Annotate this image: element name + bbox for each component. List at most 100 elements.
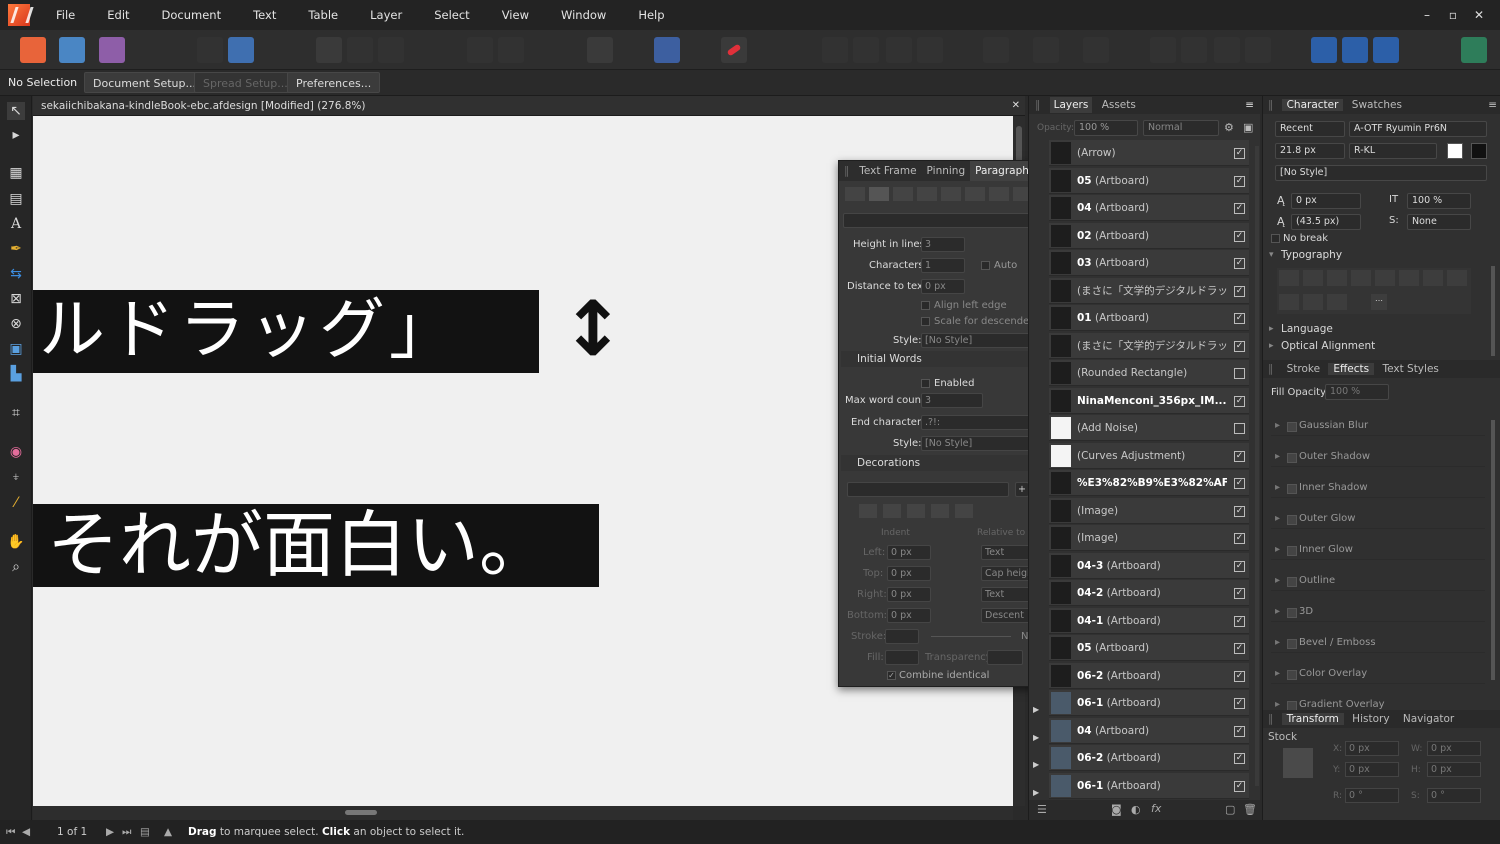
justify-left-icon[interactable] [917,187,937,201]
layer-row[interactable]: NinaMenconi_356px_IM... ✓ [1049,387,1249,414]
layer-visibility-checkbox[interactable]: ✓ [1234,753,1245,764]
layer-row[interactable]: 03 (Artboard) ✓ [1049,250,1249,276]
layer-visibility-checkbox[interactable]: ✓ [1234,560,1245,572]
distance-to-text-field[interactable]: 0 px [921,279,965,294]
layer-row[interactable]: (Rounded Rectangle) [1049,360,1249,386]
horizontal-scrollbar[interactable] [33,806,1013,820]
typography-chevron-icon[interactable]: ▾ [1269,250,1274,260]
effect-item[interactable]: Bevel / Emboss [1271,633,1485,653]
zoom-tool-icon[interactable]: ⌕ [7,558,25,576]
arrow-icon[interactable]: ↕ [561,284,625,374]
next-page-icon[interactable]: ▶ [106,820,114,844]
blend-mode-dropdown[interactable]: Normal [1143,120,1219,136]
shape-tool-icon[interactable]: ▙ [7,365,25,383]
move-to-front-icon[interactable] [917,37,943,63]
layer-row[interactable]: (まさに「文学的デジタルドラッグ」... ✓ [1049,277,1249,304]
typo-subscript-icon[interactable] [1327,270,1347,286]
menu-edit[interactable]: Edit [91,0,145,30]
tab-text-styles[interactable]: Text Styles [1377,363,1443,375]
text-wrap-icon[interactable] [587,37,613,63]
menu-table[interactable]: Table [292,0,354,30]
fill-opacity-dropdown[interactable]: 100 % [1325,384,1389,400]
layer-row[interactable]: ▶ 04 (Artboard) ✓ [1033,717,1249,744]
flip-horizontal-icon[interactable] [1150,37,1176,63]
tab-layers[interactable]: Layers [1049,97,1093,113]
close-document-icon[interactable]: ✕ [1012,96,1020,116]
menu-select[interactable]: Select [418,0,485,30]
layer-visibility-checkbox[interactable] [1234,423,1245,434]
artistic-text-tool-icon[interactable]: A [7,215,25,233]
layer-row[interactable]: (Curves Adjustment) ✓ [1049,442,1249,469]
picture-frame-tool-icon[interactable]: ⊠ [7,290,25,308]
stroke-width-slider[interactable] [931,636,1011,637]
max-word-count-field[interactable]: 3 [921,393,983,408]
decoration-box-icon[interactable] [955,504,973,518]
effect-item[interactable]: Color Overlay [1271,664,1485,684]
font-collection-dropdown[interactable]: Recent [1275,121,1345,137]
align-right-icon[interactable] [893,187,913,201]
layer-visibility-checkbox[interactable]: ✓ [1234,175,1245,187]
layer-visibility-checkbox[interactable]: ✓ [1234,230,1245,242]
pin-icon[interactable] [467,37,493,63]
text-frame-tool-icon[interactable]: ▦ [7,164,25,182]
layer-visibility-checkbox[interactable]: ✓ [1234,698,1245,709]
effect-item[interactable]: Inner Shadow [1271,478,1485,498]
layer-visibility-checkbox[interactable]: ✓ [1234,258,1245,269]
effect-item[interactable]: Outer Shadow [1271,447,1485,467]
typo-ordinal-icon[interactable] [1327,294,1347,310]
top-indent-field[interactable]: 0 px [887,566,931,581]
strikethrough-dropdown[interactable]: None [1407,214,1471,230]
ellipse-frame-tool-icon[interactable]: ⊗ [7,315,25,333]
height-in-lines-field[interactable]: 3 [921,237,965,252]
typo-small-caps-icon[interactable] [1303,270,1323,286]
rotation-field[interactable]: 0 ° [1345,788,1399,803]
expand-layer-icon[interactable]: ▶ [1033,780,1045,797]
last-page-icon[interactable]: ⏭ [122,820,131,844]
layer-visibility-checkbox[interactable]: ✓ [1234,615,1245,627]
layer-row[interactable]: 02 (Artboard) ✓ [1049,222,1249,249]
tab-navigator[interactable]: Navigator [1398,713,1459,725]
preferences-button[interactable]: Preferences... [287,72,381,93]
menu-text[interactable]: Text [237,0,292,30]
language-chevron-icon[interactable]: ▸ [1269,324,1274,334]
fill-tool-icon[interactable]: ⇆ [7,265,25,283]
horizontal-scroll-thumb[interactable] [345,810,377,815]
tab-assets[interactable]: Assets [1096,99,1142,111]
move-tool-icon[interactable]: ↖ [7,102,25,120]
effect-item[interactable]: Gaussian Blur [1271,416,1485,436]
effect-item[interactable]: 3D [1271,602,1485,622]
layer-opacity-dropdown[interactable]: 100 % [1074,120,1138,136]
panel-menu-icon[interactable]: ≡ [1245,96,1254,114]
designer-persona-icon[interactable] [59,37,85,63]
layer-visibility-checkbox[interactable]: ✓ [1234,285,1245,297]
tab-text-frame[interactable]: Text Frame [854,161,921,181]
decoration-preset-dropdown[interactable] [847,482,1009,497]
x-field[interactable]: 0 px [1345,741,1399,756]
text-block-drag[interactable]: ルドラッグ」 [33,290,539,373]
typography-section[interactable]: Typography [1281,249,1342,261]
layer-visibility-checkbox[interactable]: ✓ [1234,780,1245,792]
tab-effects[interactable]: Effects [1328,363,1375,375]
tab-transform[interactable]: Transform [1281,713,1344,725]
y-field[interactable]: 0 px [1345,762,1399,777]
typo-all-caps-icon[interactable] [1279,270,1299,286]
layer-visibility-checkbox[interactable]: ✓ [1234,533,1245,544]
layer-visibility-checkbox[interactable]: ✓ [1234,450,1245,462]
move-forward-icon[interactable] [853,37,879,63]
pen-tool-icon[interactable]: ✒ [7,240,25,258]
first-page-icon[interactable]: ⏮ [6,820,15,844]
fx-icon[interactable]: fx [1151,802,1161,815]
initial-words-section[interactable]: Initial Words [841,351,1055,367]
right-indent-field[interactable]: 0 px [887,587,931,602]
layer-row[interactable]: ▶ 06-2 (Artboard) ✓ [1033,745,1249,771]
character-scrollbar[interactable] [1491,266,1495,356]
typo-more-icon[interactable]: … [1371,294,1387,310]
menu-file[interactable]: File [40,0,91,30]
align-center-icon[interactable] [869,187,889,201]
layer-row[interactable]: (Image) ✓ [1049,497,1249,524]
combine-identical-checkbox[interactable]: ✓ [887,671,896,680]
unpin-icon[interactable] [498,37,524,63]
no-break-checkbox[interactable] [1271,234,1280,243]
expand-layer-icon[interactable]: ▶ [1033,697,1045,714]
layer-row[interactable]: (まさに「文学的デジタルドラッ... ✓ [1049,332,1249,359]
